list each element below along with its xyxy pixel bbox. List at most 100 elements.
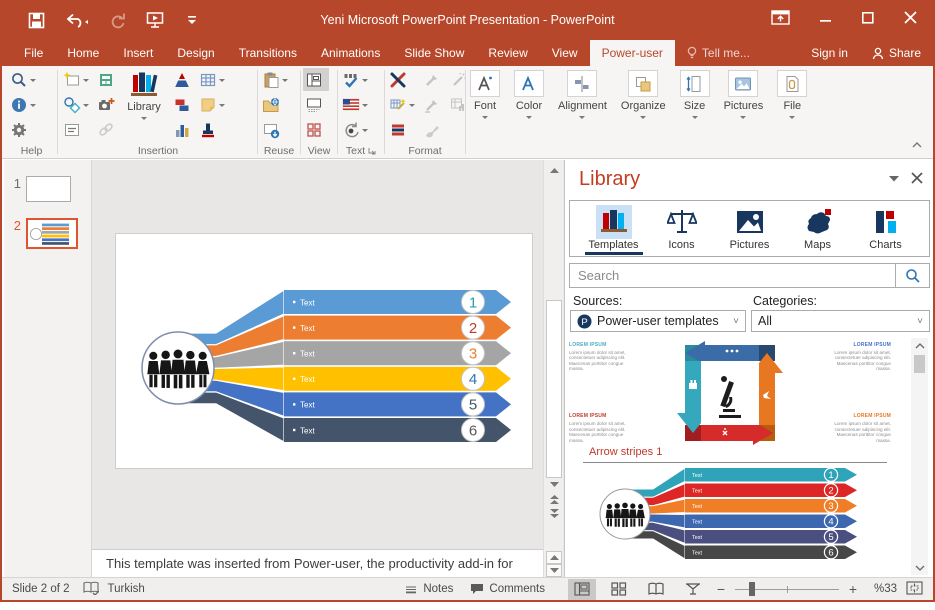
tab-power-user[interactable]: Power-user [590,40,675,66]
layout-button[interactable] [95,68,117,91]
library-button[interactable]: Library [121,68,167,141]
zoom-in-button[interactable]: + [848,581,858,597]
eyedropper-icon[interactable] [421,68,443,91]
mini-chart-button[interactable] [171,118,193,141]
new-slide-button[interactable] [61,68,91,91]
scroll-down-button[interactable] [546,478,562,491]
dialog-launcher-icon[interactable] [368,147,376,155]
close-button[interactable] [904,11,917,29]
sign-in-button[interactable]: Sign in [799,40,860,66]
shapes-button[interactable] [61,93,91,116]
text-box-button[interactable] [61,118,91,141]
previous-slide-button[interactable] [546,493,562,506]
scrollbar-thumb[interactable] [546,300,562,478]
pane-options-caret-icon[interactable] [889,176,899,182]
fit-slide-button[interactable] [906,581,923,598]
notes-scroll-down-button[interactable] [546,564,562,577]
reading-view-button[interactable] [642,579,670,600]
sticky-note-button[interactable] [197,93,227,116]
size-menu-button[interactable]: Size [673,68,717,124]
tab-home[interactable]: Home [55,40,111,66]
slide-1-preview[interactable] [26,176,71,202]
next-slide-button[interactable] [546,507,562,520]
spell-check-button[interactable] [340,68,382,91]
font-menu-button[interactable]: Font [463,68,507,124]
zoom-level[interactable]: %33 [867,583,897,595]
color-menu-button[interactable]: Color [507,68,551,124]
tell-me-box[interactable]: Tell me... [675,40,762,66]
format-stripes-button[interactable] [387,118,417,141]
library-tab-icons[interactable]: Icons [653,205,711,256]
ribbon-display-options-icon[interactable] [771,10,790,30]
tab-slide-show[interactable]: Slide Show [392,40,476,66]
eyedropper-alt-icon[interactable] [421,93,443,116]
spell-check-status-icon[interactable] [83,581,99,598]
normal-view-button[interactable] [568,579,596,600]
pictures-menu-button[interactable]: Pictures [717,68,771,124]
template-preview-arrow-stripes[interactable]: Text 1 Text 2 Text 3 Text 4 Text 5 Text [585,467,890,561]
thumbnail-slide-2[interactable]: 2 [7,218,91,249]
comments-toggle[interactable]: Comments [470,583,545,595]
collapse-ribbon-button[interactable] [911,140,923,152]
minimize-button[interactable] [820,11,832,29]
library-tab-templates[interactable]: Templates [585,205,643,256]
notes-scroll-up-button[interactable] [546,551,562,564]
format-table-button[interactable] [387,93,417,116]
categories-dropdown[interactable]: All ˅ [751,310,930,332]
camera-add-button[interactable] [95,93,117,116]
slide-canvas[interactable]: Text 1 Text 2 Text 3 Text 4 Text [115,233,533,469]
brush-icon[interactable] [421,118,443,141]
tab-review[interactable]: Review [476,40,539,66]
save-icon[interactable] [28,12,45,29]
zoom-slider-thumb[interactable] [749,582,755,596]
import-online-button[interactable] [260,93,298,116]
results-scroll-down-icon[interactable] [911,560,928,575]
slide-show-view-button[interactable] [679,579,707,600]
slide-editor-area[interactable]: Text 1 Text 2 Text 3 Text 4 Text [92,160,543,549]
customize-qat-icon[interactable] [186,14,198,26]
language-status[interactable]: Turkish [108,583,145,595]
template-preview-cycle[interactable]: LOREM IPSUMLorem ipsum dolor sit amet, c… [569,341,899,445]
start-slideshow-icon[interactable] [146,11,166,29]
settings-gear-icon[interactable] [8,118,55,141]
organize-menu-button[interactable]: Organize [614,68,673,124]
template-name[interactable]: Arrow stripes 1 [589,446,662,458]
search-help-button[interactable] [8,68,55,91]
arrow-stripes-diagram[interactable]: Text 1 Text 2 Text 3 Text 4 Text [116,234,532,468]
maximize-button[interactable] [862,11,874,29]
tab-animations[interactable]: Animations [309,40,392,66]
notes-page-view-button[interactable] [303,93,329,116]
tab-view[interactable]: View [540,40,590,66]
table-button[interactable] [197,68,227,91]
format-tools-button[interactable] [387,68,417,91]
library-tab-maps[interactable]: Maps [789,205,847,256]
library-tab-charts[interactable]: Charts [857,205,915,256]
pane-close-icon[interactable] [911,172,923,184]
slide-sorter-view-button[interactable] [605,579,633,600]
zoom-out-button[interactable]: − [716,581,726,597]
normal-view-ribbon-button[interactable] [303,68,329,91]
search-input[interactable] [570,264,895,287]
grid-view-button[interactable] [303,118,329,141]
paste-template-button[interactable] [260,68,298,91]
results-scrollbar[interactable] [911,338,928,575]
stamp-button[interactable] [197,118,227,141]
scroll-up-button[interactable] [546,164,562,177]
tab-insert[interactable]: Insert [111,40,165,66]
link-icon[interactable] [95,118,117,141]
tab-design[interactable]: Design [165,40,226,66]
results-scroll-up-icon[interactable] [911,338,928,353]
results-scrollbar-thumb[interactable] [914,355,925,373]
redo-icon[interactable] [109,12,126,29]
slide-2-preview[interactable] [26,218,78,249]
translate-button[interactable] [340,118,382,141]
file-menu-button[interactable]: File [770,68,814,124]
search-button[interactable] [895,264,929,287]
export-slide-button[interactable] [260,118,298,141]
notes-pane[interactable]: This template was inserted from Power-us… [92,549,543,577]
library-tab-pictures[interactable]: Pictures [721,205,779,256]
tab-file[interactable]: File [12,40,55,66]
language-flag-button[interactable] [340,93,382,116]
pyramid-button[interactable] [171,68,193,91]
alignment-menu-button[interactable]: Alignment [551,68,614,124]
